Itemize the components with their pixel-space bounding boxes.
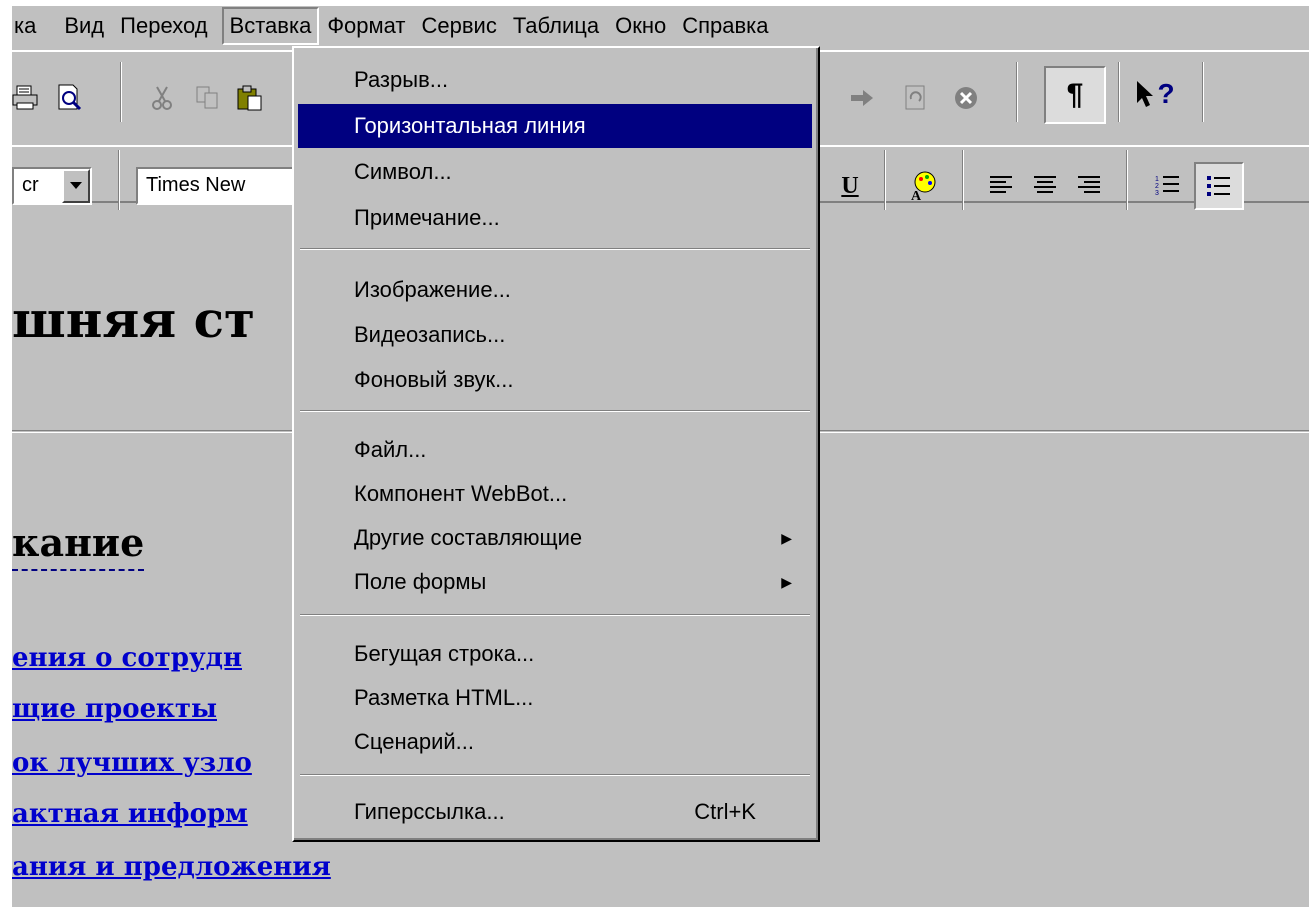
copy-button[interactable] (188, 78, 228, 118)
font-combo-value: Times New (146, 174, 246, 196)
submenu-arrow-icon: ▶ (781, 530, 792, 546)
menu-tools[interactable]: Сервис (413, 7, 504, 45)
page-heading[interactable]: шняя ст (12, 290, 255, 349)
pilcrow-icon: ¶ (1066, 78, 1084, 111)
toolbar-separator (1126, 150, 1128, 210)
menu-item-hyperlink[interactable]: Гиперссылка... Ctrl+K (298, 790, 812, 834)
window-left-edge (0, 0, 12, 907)
link-contacts[interactable]: актная информ (12, 799, 287, 829)
refresh-button[interactable] (896, 78, 936, 118)
menu-separator (300, 614, 810, 616)
link-feedback[interactable]: ания и предложения (12, 852, 331, 882)
svg-text:A: A (911, 189, 922, 202)
menu-item-file[interactable]: Файл... (298, 428, 812, 472)
application-window: ка Вид Переход Вставка Формат Сервис Таб… (0, 0, 1309, 907)
link-employees[interactable]: ения о сотрудн (12, 643, 287, 673)
font-combo[interactable]: Times New (136, 167, 306, 205)
menu-item-background-sound[interactable]: Фоновый звук... (298, 358, 812, 402)
menu-insert[interactable]: Вставка (221, 7, 320, 45)
menu-separator (300, 248, 810, 250)
menu-bar: ка Вид Переход Вставка Формат Сервис Таб… (12, 6, 1309, 46)
align-left-icon (990, 176, 1012, 193)
link-projects[interactable]: щие проекты (12, 694, 217, 724)
arrow-right-icon (851, 90, 873, 106)
menu-window[interactable]: Окно (607, 7, 674, 45)
chevron-down-icon (70, 182, 82, 189)
menu-edit[interactable]: ка (12, 7, 44, 45)
print-preview-button[interactable] (50, 78, 90, 118)
menu-item-marquee[interactable]: Бегущая строка... (298, 632, 812, 676)
color-palette-icon: A (911, 171, 936, 202)
toolbar-separator (120, 62, 122, 122)
question-mark-icon: ? (1157, 78, 1175, 109)
menu-item-other-components[interactable]: Другие составляющие ▶ (298, 516, 812, 560)
align-left-button[interactable] (982, 166, 1022, 206)
align-right-button[interactable] (1070, 166, 1110, 206)
cut-button[interactable] (142, 78, 182, 118)
toolbar-separator (1118, 62, 1120, 122)
svg-text:3: 3 (1155, 190, 1159, 197)
menu-format[interactable]: Формат (319, 7, 413, 45)
menu-view[interactable]: Вид (56, 7, 112, 45)
font-color-button[interactable]: A (904, 166, 944, 206)
underline-icon: U (841, 172, 859, 199)
forward-button[interactable] (842, 78, 882, 118)
menu-go[interactable]: Переход (112, 7, 215, 45)
toolbar-separator (1016, 62, 1018, 122)
align-right-icon (1078, 176, 1100, 193)
menu-item-image[interactable]: Изображение... (298, 268, 812, 312)
show-formatting-button[interactable]: ¶ (1044, 66, 1106, 124)
print-icon (12, 85, 38, 110)
bulleted-list-button[interactable] (1194, 162, 1244, 210)
link-best-sites[interactable]: ок лучших узло (12, 748, 287, 778)
svg-text:2: 2 (1155, 183, 1159, 190)
paste-button[interactable] (230, 78, 270, 118)
menu-item-comment[interactable]: Примечание... (298, 196, 812, 240)
stop-button[interactable] (946, 78, 986, 118)
context-help-button[interactable]: ? (1130, 74, 1180, 114)
menu-item-form-field[interactable]: Поле формы ▶ (298, 560, 812, 604)
toolbar-separator (118, 150, 120, 210)
style-combo[interactable]: cr (12, 167, 92, 205)
insert-menu-dropdown: Разрыв... Горизонтальная линия Символ...… (292, 46, 820, 842)
menu-separator (300, 774, 810, 776)
menu-table[interactable]: Таблица (505, 7, 607, 45)
toolbar-separator (884, 150, 886, 210)
stop-icon (955, 87, 977, 109)
align-center-button[interactable] (1026, 166, 1066, 206)
numbered-list-button[interactable]: 123 (1148, 166, 1188, 206)
menu-item-html-markup[interactable]: Разметка HTML... (298, 676, 812, 720)
refresh-page-icon (905, 85, 925, 110)
numbered-list-icon: 123 (1155, 176, 1179, 197)
help-pointer-icon (1137, 81, 1154, 107)
copy-icon (196, 86, 218, 109)
svg-text:1: 1 (1155, 176, 1159, 183)
print-preview-icon (58, 84, 82, 111)
menu-item-script[interactable]: Сценарий... (298, 720, 812, 764)
menu-item-break[interactable]: Разрыв... (298, 58, 812, 102)
menu-item-symbol[interactable]: Символ... (298, 150, 812, 194)
underline-button[interactable]: U (830, 166, 870, 206)
menu-help[interactable]: Справка (674, 7, 776, 45)
align-center-icon (1034, 176, 1056, 193)
menu-item-horizontal-line[interactable]: Горизонтальная линия (298, 104, 812, 148)
print-button[interactable] (6, 78, 46, 118)
toolbar-separator (1202, 62, 1204, 122)
style-combo-dropdown-button[interactable] (62, 169, 90, 203)
paste-icon (237, 85, 262, 111)
toolbar-separator (962, 150, 964, 210)
shortcut-label: Ctrl+K (694, 799, 756, 824)
style-combo-value: cr (22, 174, 39, 196)
bulleted-list-icon (1207, 176, 1230, 196)
menu-item-webbot-component[interactable]: Компонент WebBot... (298, 472, 812, 516)
menu-item-video[interactable]: Видеозапись... (298, 313, 812, 357)
submenu-arrow-icon: ▶ (781, 574, 792, 590)
contents-heading[interactable]: кание (12, 520, 145, 571)
scissors-icon (152, 86, 172, 110)
menu-separator (300, 410, 810, 412)
